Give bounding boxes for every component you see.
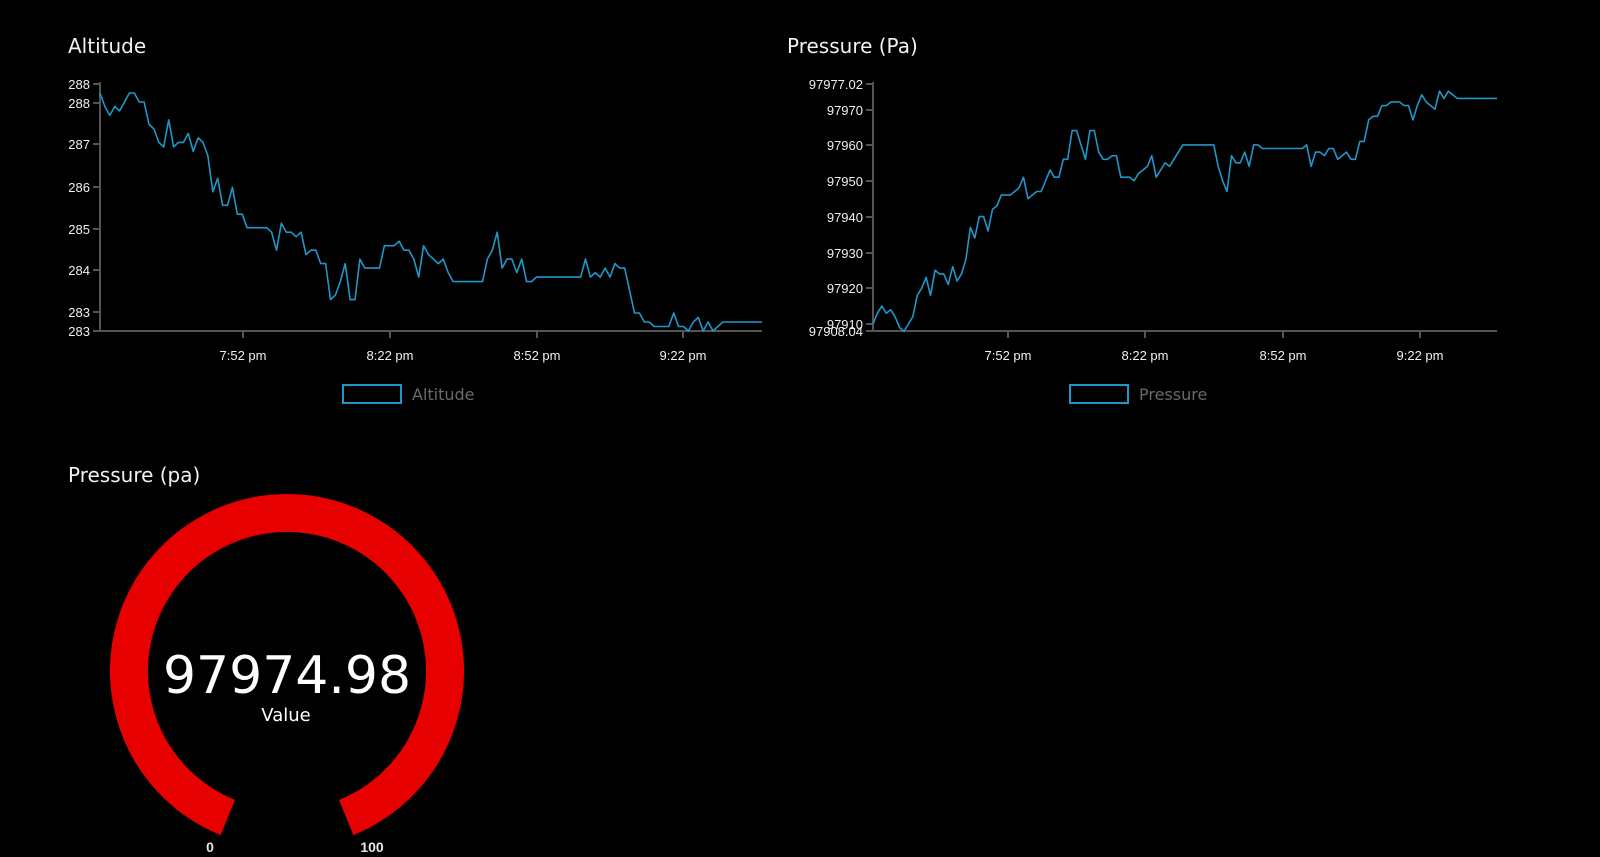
gauge-max-label: 100 bbox=[360, 839, 384, 855]
gauge-min-label: 0 bbox=[206, 839, 214, 855]
pressure-gauge: 97974.98 Value 0 100 bbox=[110, 494, 464, 855]
dashboard: Altitude Pressure (Pa) Pressure (pa) 288… bbox=[0, 0, 1600, 857]
gauge-value: 97974.98 bbox=[163, 646, 411, 706]
gauge-caption: Value bbox=[261, 705, 310, 726]
